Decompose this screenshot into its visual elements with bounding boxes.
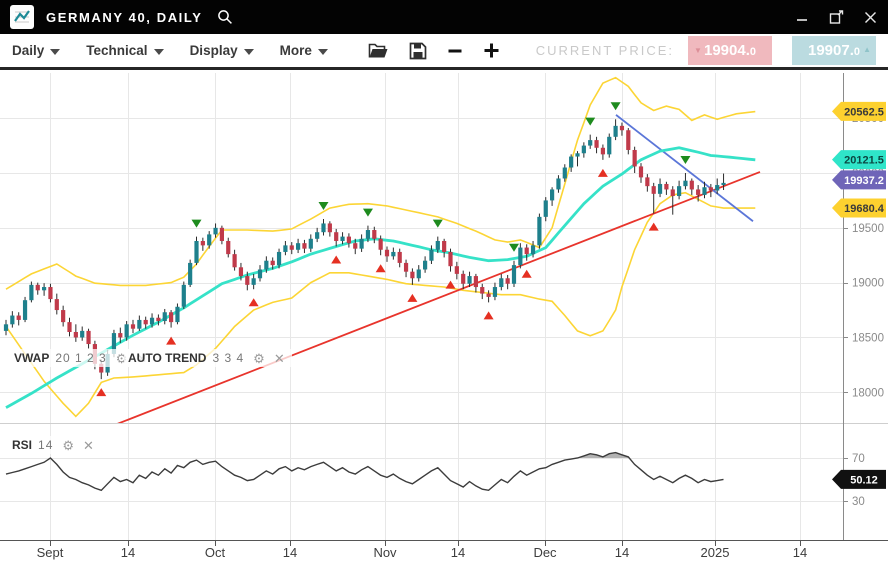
sell-signal-icon xyxy=(509,244,519,252)
toolbar: Daily Technical Display More xyxy=(0,34,888,70)
search-button[interactable] xyxy=(217,9,233,25)
sell-signal-icon xyxy=(363,209,373,217)
svg-text:18500: 18500 xyxy=(852,332,884,344)
auto-trend-name: AUTO TREND xyxy=(128,351,206,365)
buy-signal-icon xyxy=(376,264,386,272)
open-layout-button[interactable] xyxy=(368,42,389,59)
auto-trend-settings-button[interactable]: ⚙ xyxy=(253,352,265,365)
menu-display[interactable]: Display xyxy=(190,43,254,58)
svg-text:19000: 19000 xyxy=(852,278,884,290)
auto-trend-up-line xyxy=(114,172,760,425)
indicator-label-rsi: RSI 14 ⚙ ✕ xyxy=(8,436,101,454)
svg-text:Nov: Nov xyxy=(373,545,397,560)
save-layout-button[interactable] xyxy=(409,42,427,60)
bollinger-lower-band xyxy=(6,193,755,417)
menu-display-label: Display xyxy=(190,43,238,58)
chevron-down-icon xyxy=(50,49,60,55)
svg-text:14: 14 xyxy=(451,545,465,560)
main-pane xyxy=(6,78,760,426)
svg-text:14: 14 xyxy=(283,545,297,560)
svg-text:14: 14 xyxy=(615,545,629,560)
arrow-down-icon: ▼ xyxy=(694,46,702,55)
buy-signal-icon xyxy=(446,281,456,289)
bollinger-upper-band xyxy=(6,78,755,290)
svg-text:20121.5: 20121.5 xyxy=(844,155,884,167)
grid-layer xyxy=(0,73,843,540)
buy-signal-icon xyxy=(598,169,608,177)
zoom-out-button[interactable] xyxy=(447,43,463,59)
chevron-down-icon xyxy=(154,49,164,55)
minimize-button[interactable] xyxy=(794,9,810,25)
svg-text:Oct: Oct xyxy=(205,545,226,560)
svg-text:19500: 19500 xyxy=(852,223,884,235)
minimize-icon xyxy=(796,11,808,23)
buy-signal-icon xyxy=(484,311,494,319)
sell-price-button[interactable]: ▼ 19904.0 xyxy=(688,36,772,65)
floppy-icon xyxy=(409,42,427,60)
window-title: GERMANY 40, DAILY xyxy=(46,10,203,25)
arrow-up-icon: ▲ xyxy=(863,45,871,54)
axis-badges-layer: 20562.5 20121.5 19937.2 19680.4 50.12 xyxy=(832,102,886,489)
minus-icon xyxy=(447,43,463,59)
title-bar: GERMANY 40, DAILY xyxy=(0,0,888,34)
buy-price-button[interactable]: 19907.0 ▲ xyxy=(792,36,876,65)
indicator-label-auto-trend: AUTO TREND 3 3 4 ⚙ ✕ xyxy=(124,349,292,367)
current-price-label: CURRENT PRICE: xyxy=(536,43,674,58)
menu-more-label: More xyxy=(280,43,312,58)
sell-signal-icon xyxy=(680,156,690,164)
chevron-down-icon xyxy=(318,49,328,55)
auto-trend-remove-button[interactable]: ✕ xyxy=(274,352,285,365)
svg-text:Dec: Dec xyxy=(533,545,557,560)
sell-signal-icon xyxy=(585,118,595,126)
svg-text:20562.5: 20562.5 xyxy=(844,106,884,118)
auto-trend-params: 3 3 4 xyxy=(212,351,244,365)
rsi-name: RSI xyxy=(12,438,32,452)
svg-text:2025: 2025 xyxy=(701,545,730,560)
plus-icon xyxy=(483,42,500,59)
menu-timeframe[interactable]: Daily xyxy=(12,43,60,58)
menu-more[interactable]: More xyxy=(280,43,328,58)
svg-text:Sept: Sept xyxy=(37,545,64,560)
buy-price-value: 19907. xyxy=(808,42,854,59)
menu-technical[interactable]: Technical xyxy=(86,43,163,58)
rsi-settings-button[interactable]: ⚙ xyxy=(62,439,74,452)
close-icon xyxy=(864,11,877,24)
sell-signal-icon xyxy=(433,220,443,228)
buy-signal-icon xyxy=(249,298,259,306)
buy-signal-icon xyxy=(522,270,532,278)
candles-layer xyxy=(4,119,726,379)
close-button[interactable] xyxy=(862,9,878,25)
chevron-down-icon xyxy=(244,49,254,55)
chart-logo-icon xyxy=(10,5,34,29)
axes-layer: 1800018500190001950020000205007030Sept14… xyxy=(0,73,888,560)
buy-signal-icon xyxy=(407,294,417,302)
sell-price-value: 19904. xyxy=(704,42,750,59)
svg-text:50.12: 50.12 xyxy=(850,474,878,486)
vwap-params: 20 1 2 3 xyxy=(55,351,106,365)
auto-trend-down-line xyxy=(616,115,753,221)
buy-signal-icon xyxy=(649,223,659,231)
rsi-remove-button[interactable]: ✕ xyxy=(83,439,94,452)
vwap-name: VWAP xyxy=(14,351,49,365)
folder-icon xyxy=(368,42,389,59)
menu-technical-label: Technical xyxy=(86,43,147,58)
svg-text:19680.4: 19680.4 xyxy=(844,203,885,215)
buy-signal-icon xyxy=(331,255,341,263)
popout-button[interactable] xyxy=(828,9,844,25)
rsi-params: 14 xyxy=(38,438,53,452)
chart-canvas: 1800018500190001950020000205007030Sept14… xyxy=(0,0,888,566)
sell-signal-icon xyxy=(611,102,621,110)
svg-text:14: 14 xyxy=(121,545,135,560)
trading-app-window: 1800018500190001950020000205007030Sept14… xyxy=(0,0,888,566)
zoom-in-button[interactable] xyxy=(483,42,500,59)
popout-icon xyxy=(829,10,844,25)
svg-text:70: 70 xyxy=(852,453,865,465)
svg-text:19937.2: 19937.2 xyxy=(844,175,884,187)
search-icon xyxy=(217,9,233,25)
sell-signal-icon xyxy=(192,220,202,228)
svg-text:14: 14 xyxy=(793,545,807,560)
menu-timeframe-label: Daily xyxy=(12,43,44,58)
svg-text:30: 30 xyxy=(852,496,865,508)
svg-text:18000: 18000 xyxy=(852,387,884,399)
